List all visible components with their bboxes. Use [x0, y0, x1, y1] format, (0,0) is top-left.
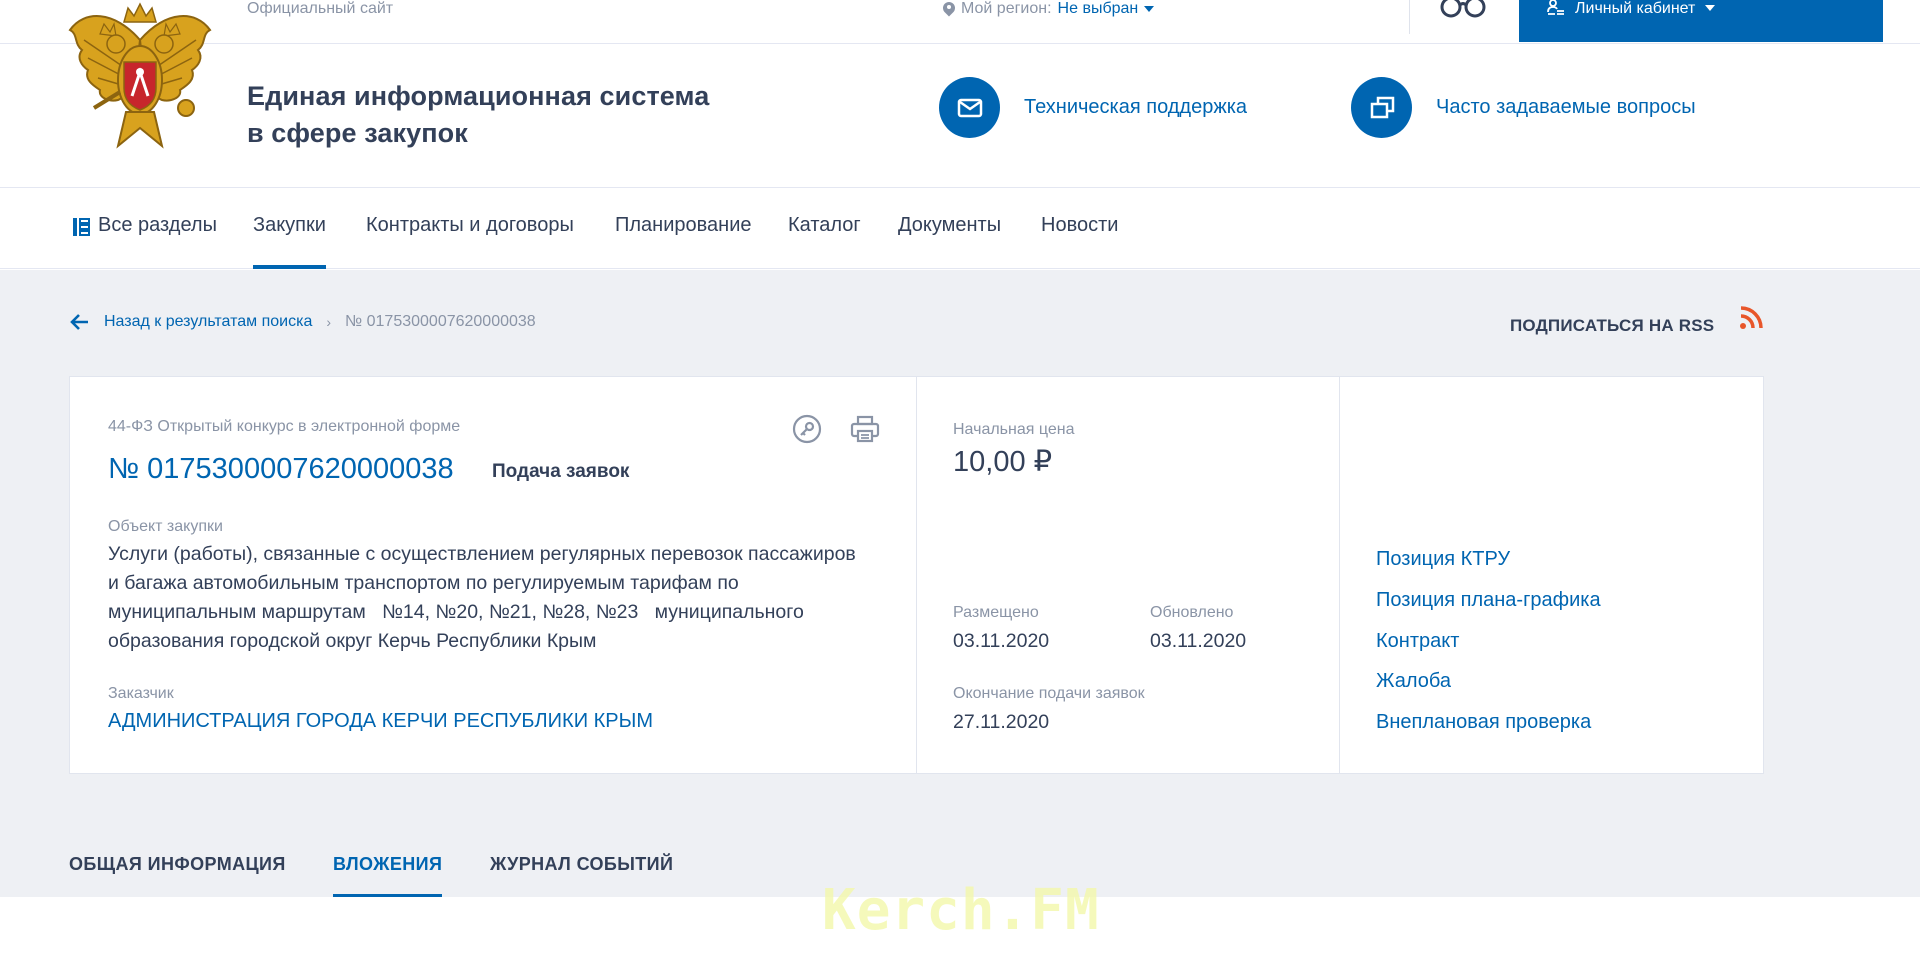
- site-title-line1: Единая информационная система: [247, 81, 710, 111]
- posted-label: Размещено: [953, 604, 1039, 621]
- ktru-position-link[interactable]: Позиция КТРУ: [1376, 548, 1510, 571]
- customer-link[interactable]: АДМИНИСТРАЦИЯ ГОРОДА КЕРЧИ РЕСПУБЛИКИ КР…: [108, 710, 653, 733]
- tab-attachments[interactable]: ВЛОЖЕНИЯ: [333, 854, 443, 897]
- rss-subscribe-link[interactable]: ПОДПИСАТЬСЯ НА RSS: [1510, 316, 1714, 336]
- rss-icon[interactable]: [1739, 306, 1763, 330]
- updated-date: 03.11.2020: [1150, 630, 1247, 652]
- column-divider: [916, 377, 917, 773]
- tech-support-link[interactable]: Техническая поддержка: [939, 77, 1247, 138]
- unscheduled-inspection-link[interactable]: Внеплановая проверка: [1376, 711, 1591, 734]
- nav-catalog[interactable]: Каталог: [788, 214, 861, 269]
- object-description: Услуги (работы), связанные с осуществлен…: [108, 540, 856, 656]
- key-icon[interactable]: [791, 413, 823, 445]
- nav-contracts[interactable]: Контракты и договоры: [366, 214, 574, 269]
- coat-of-arms-logo[interactable]: [64, 0, 216, 156]
- purchase-card: 44-ФЗ Открытый конкурс в электронной фор…: [69, 376, 1764, 774]
- posted-date: 03.11.2020: [953, 630, 1050, 652]
- price-value: 10,00 ₽: [953, 446, 1053, 478]
- price-label: Начальная цена: [953, 421, 1075, 438]
- site-title-line2: в сфере закупок: [247, 118, 468, 148]
- nav-news[interactable]: Новости: [1041, 214, 1118, 269]
- column-divider: [1339, 377, 1340, 773]
- complaint-link[interactable]: Жалоба: [1376, 670, 1451, 693]
- object-label: Объект закупки: [108, 518, 223, 535]
- mail-icon: [939, 77, 1000, 138]
- back-to-results-link[interactable]: Назад к результатам поиска: [104, 313, 312, 331]
- user-list-icon: [1547, 0, 1564, 15]
- contract-link[interactable]: Контракт: [1376, 630, 1459, 653]
- object-line: образования городской округ Керчь Респуб…: [108, 630, 597, 652]
- nav-planning[interactable]: Планирование: [615, 214, 752, 269]
- arrow-left-icon[interactable]: [70, 313, 90, 331]
- nav-all-sections-label: Все разделы: [98, 214, 217, 236]
- breadcrumb: Назад к результатам поиска › № 017530000…: [70, 313, 536, 331]
- object-line: Услуги (работы), связанные с осуществлен…: [108, 543, 856, 565]
- region-value[interactable]: Не выбран: [1058, 0, 1139, 18]
- location-pin-icon: [943, 2, 955, 17]
- plan-schedule-link[interactable]: Позиция плана-графика: [1376, 589, 1601, 612]
- faq-link[interactable]: Часто задаваемые вопросы: [1351, 77, 1696, 138]
- tab-event-log[interactable]: ЖУРНАЛ СОБЫТИЙ: [490, 854, 673, 897]
- deadline-date: 27.11.2020: [953, 711, 1050, 733]
- region-selector[interactable]: Мой регион: Не выбран: [943, 0, 1155, 18]
- faq-label: Часто задаваемые вопросы: [1436, 96, 1696, 118]
- nav-all-sections[interactable]: Все разделы: [72, 214, 217, 269]
- official-site-label: Официальный сайт: [247, 0, 394, 17]
- main-nav: Все разделы Закупки Контракты и договоры…: [0, 188, 1920, 269]
- site-title: Единая информационная система в сфере за…: [247, 78, 709, 152]
- tech-support-label: Техническая поддержка: [1024, 96, 1248, 118]
- chevron-down-icon: [1705, 5, 1716, 11]
- print-icon[interactable]: [849, 413, 881, 445]
- purchase-number[interactable]: № 0175300007620000038: [108, 453, 454, 486]
- purchase-stage: Подача заявок: [492, 461, 630, 482]
- sections-tree-icon: [73, 218, 90, 236]
- nav-documents[interactable]: Документы: [898, 214, 1001, 269]
- region-label: Мой регион:: [961, 0, 1052, 17]
- accessibility-glasses-icon[interactable]: [1438, 0, 1488, 20]
- divider: [1409, 0, 1410, 34]
- breadcrumb-current: № 0175300007620000038: [345, 313, 536, 330]
- object-line: муниципальным маршрутам №14, №20, №21, №…: [108, 601, 804, 623]
- personal-cabinet-button[interactable]: Личный кабинет: [1519, 0, 1883, 42]
- deadline-label: Окончание подачи заявок: [953, 685, 1145, 702]
- updated-label: Обновлено: [1150, 604, 1234, 621]
- object-line: и багажа автомобильным транспортом по ре…: [108, 572, 739, 594]
- tab-general-info[interactable]: ОБЩАЯ ИНФОРМАЦИЯ: [69, 854, 286, 897]
- watermark-logo: Kerch.FM: [822, 878, 1100, 943]
- nav-purchases[interactable]: Закупки: [253, 214, 326, 269]
- breadcrumb-separator: ›: [326, 314, 332, 330]
- cabinet-label: Личный кабинет: [1575, 0, 1696, 17]
- top-bar: Официальный сайт Мой регион: Не выбран Л…: [0, 0, 1920, 44]
- windows-copy-icon: [1351, 77, 1412, 138]
- chevron-down-icon: [1144, 6, 1155, 12]
- customer-label: Заказчик: [108, 685, 174, 702]
- law-type: 44-ФЗ Открытый конкурс в электронной фор…: [108, 418, 461, 435]
